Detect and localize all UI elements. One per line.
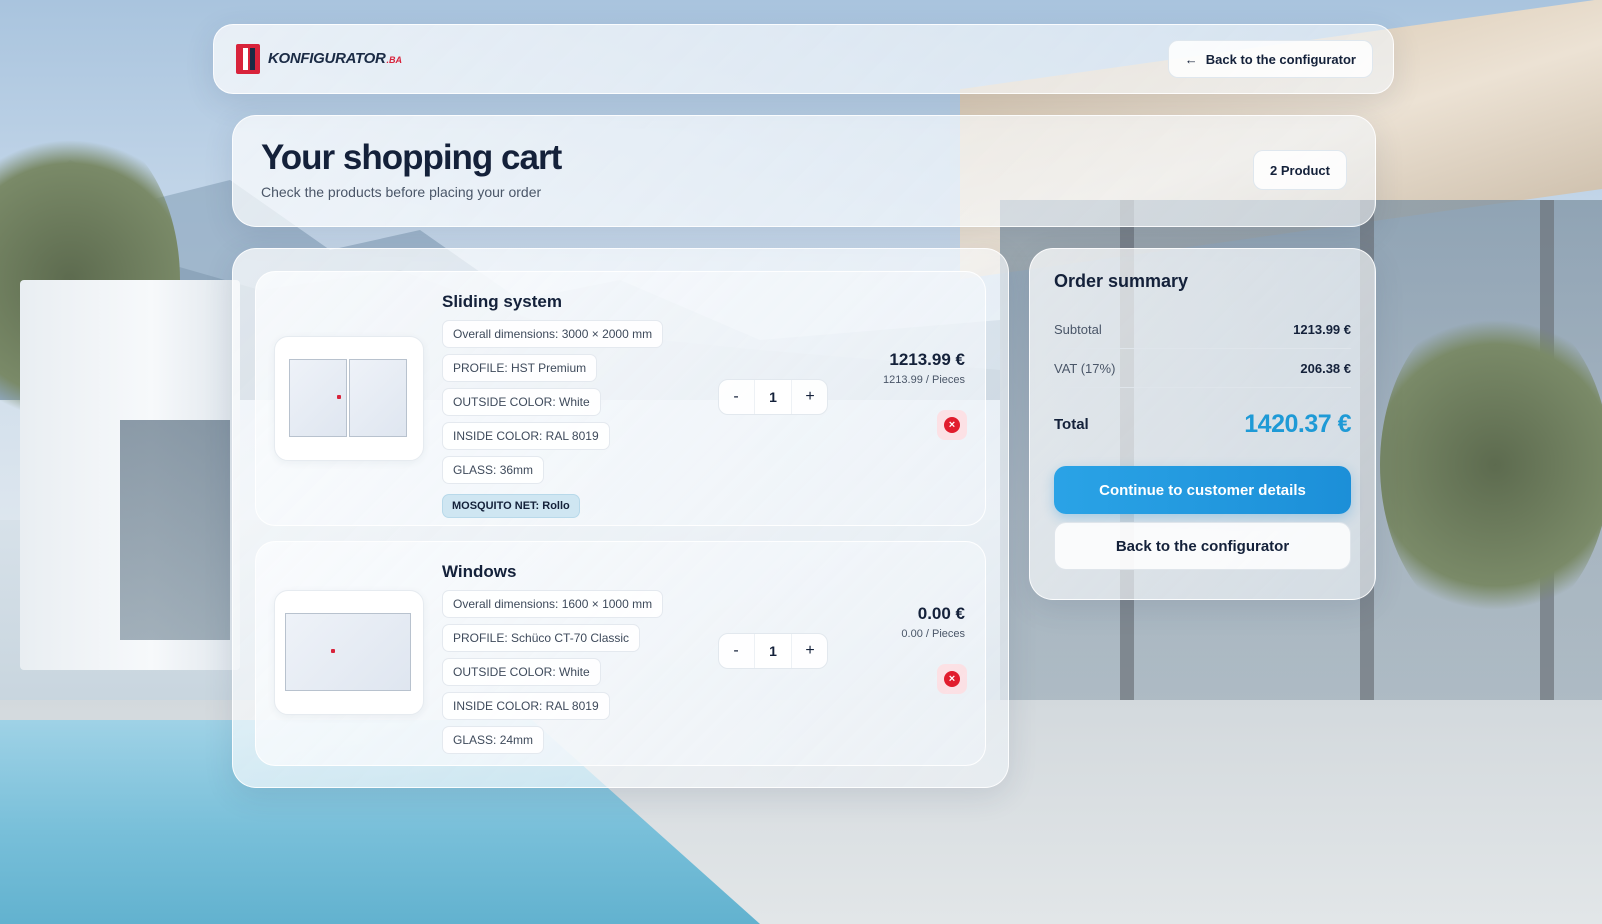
order-summary-panel: Order summary Subtotal 1213.99 € VAT (17… [1029,248,1376,600]
close-circle-icon: × [944,671,960,687]
spec-dimensions: Overall dimensions: 3000 × 2000 mm [442,320,664,348]
decrease-quantity-button[interactable]: - [719,380,753,414]
vat-value: 206.38 € [1300,360,1351,376]
spec-inside-color: INSIDE COLOR: RAL 8019 [442,692,610,720]
product-count-badge: 2 Product [1253,150,1347,190]
remove-item-button[interactable]: × [937,410,967,440]
cart-title-panel: Your shopping cart Check the products be… [232,115,1376,227]
back-to-configurator-secondary-button[interactable]: Back to the configurator [1054,522,1351,570]
arrow-left-icon: ← [1184,51,1198,67]
cart-items-panel: Sliding system Overall dimensions: 3000 … [232,248,1009,788]
item-price: 0.00 € [917,604,965,623]
product-thumbnail [274,590,424,715]
cart-item-windows: Windows Overall dimensions: 1600 × 1000 … [255,541,986,766]
spec-inside-color: INSIDE COLOR: RAL 8019 [442,422,610,450]
vat-row: VAT (17%) 206.38 € [1054,349,1351,388]
item-unit-price: 0.00 / Pieces [901,628,965,640]
remove-item-button[interactable]: × [937,664,967,694]
close-circle-icon: × [944,417,960,433]
logo-mark-icon [236,44,260,74]
vat-label: VAT (17%) [1054,360,1116,376]
item-price: 1213.99 € [889,350,965,369]
total-row: Total 1420.37 € [1054,406,1351,442]
increase-quantity-button[interactable]: + [793,380,827,414]
tree [1380,300,1602,630]
decrease-quantity-button[interactable]: - [719,634,753,668]
quantity-stepper: - 1 + [718,633,828,669]
spec-mosquito-net: MOSQUITO NET: Rollo [442,494,580,518]
logo-tld: .BA [386,55,403,65]
spec-profile: PROFILE: HST Premium [442,354,598,382]
item-price-block: 1213.99 € 1213.99 / Pieces [883,350,965,386]
page-title: Your shopping cart [261,138,562,177]
spec-outside-color: OUTSIDE COLOR: White [442,658,601,686]
item-name: Windows [442,562,517,581]
spec-profile: PROFILE: Schüco CT-70 Classic [442,624,641,652]
spec-outside-color: OUTSIDE COLOR: White [442,388,601,416]
quantity-stepper: - 1 + [718,379,828,415]
total-label: Total [1054,415,1089,433]
page-subtitle: Check the products before placing your o… [261,184,542,200]
item-details: Sliding system Overall dimensions: 3000 … [442,292,702,518]
back-button-label: Back to the configurator [1205,51,1356,67]
cart-item-sliding-system: Sliding system Overall dimensions: 3000 … [255,271,986,526]
quantity-value[interactable]: 1 [754,380,792,414]
spec-dimensions: Overall dimensions: 1600 × 1000 mm [442,590,664,618]
item-name: Sliding system [442,292,562,311]
continue-to-customer-details-button[interactable]: Continue to customer details [1054,466,1351,514]
top-header: KONFIGURATOR.BA ← Back to the configurat… [213,24,1394,94]
product-thumbnail [274,336,424,461]
quantity-value[interactable]: 1 [754,634,792,668]
logo-text: KONFIGURATOR [268,50,386,67]
subtotal-value: 1213.99 € [1293,321,1351,337]
spec-glass: GLASS: 24mm [442,726,545,754]
subtotal-label: Subtotal [1054,321,1102,337]
building-left-glass [120,420,230,640]
back-to-configurator-button[interactable]: ← Back to the configurator [1167,40,1373,78]
item-details: Windows Overall dimensions: 1600 × 1000 … [442,562,702,754]
total-value: 1420.37 € [1244,409,1351,438]
summary-title: Order summary [1054,271,1189,291]
subtotal-row: Subtotal 1213.99 € [1054,310,1351,349]
item-price-block: 0.00 € 0.00 / Pieces [901,604,965,640]
increase-quantity-button[interactable]: + [793,634,827,668]
logo[interactable]: KONFIGURATOR.BA [236,44,402,74]
item-unit-price: 1213.99 / Pieces [883,374,965,386]
spec-glass: GLASS: 36mm [442,456,545,484]
